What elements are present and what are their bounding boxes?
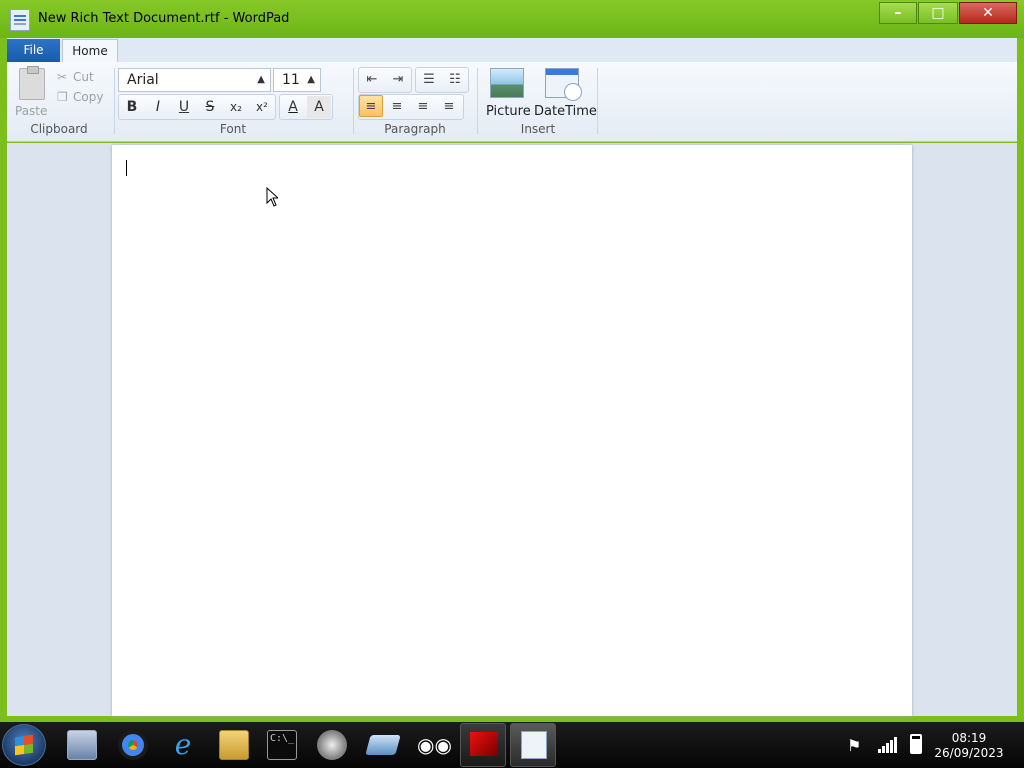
picture-icon xyxy=(490,68,524,98)
strikethrough-button[interactable]: S xyxy=(198,96,222,118)
underline-button[interactable]: U xyxy=(172,96,196,118)
separator xyxy=(597,68,598,134)
superscript-button[interactable]: x² xyxy=(250,96,274,118)
chrome-icon[interactable] xyxy=(118,730,148,760)
bold-button[interactable]: B xyxy=(120,96,144,118)
scissors-icon: ✂ xyxy=(57,70,68,84)
paste-label: Paste xyxy=(15,104,48,118)
flag-icon[interactable]: ⚑ xyxy=(847,736,861,755)
taskbar-wordpad[interactable] xyxy=(510,723,556,767)
updown-arrow-icon: ▲ xyxy=(257,74,265,85)
copy-icon: ❐ xyxy=(57,90,68,104)
font-family-value: Arial xyxy=(127,72,159,88)
justify-icon[interactable]: ≡ xyxy=(437,96,461,118)
insert-group-label: Insert xyxy=(520,122,556,136)
align-center-icon[interactable]: ≡ xyxy=(385,96,409,118)
battery-icon[interactable] xyxy=(910,734,922,754)
drive-icon[interactable] xyxy=(365,735,401,755)
tab-home[interactable]: Home xyxy=(62,39,118,63)
copy-button[interactable]: ❐ Copy xyxy=(57,90,103,104)
ribbon-home: Paste ✂ Cut ❐ Copy Clipboard Arial ▲ 11 ▲ … xyxy=(7,62,1017,142)
cut-label: Cut xyxy=(73,70,94,84)
close-button[interactable]: ✕ xyxy=(959,2,1017,24)
separator xyxy=(477,68,478,134)
clock-date: 26/09/2023 xyxy=(934,746,1004,760)
paragraph-group-label: Paragraph xyxy=(384,122,446,136)
document-page[interactable] xyxy=(112,145,912,716)
clipboard-icon xyxy=(19,66,45,100)
separator xyxy=(114,68,115,134)
numbered-list-icon[interactable]: ☷ xyxy=(443,69,467,91)
wordpad-window: New Rich Text Document.rtf - WordPad – □… xyxy=(0,0,1024,722)
wordpad-app-icon[interactable] xyxy=(10,9,30,31)
separator xyxy=(353,68,354,134)
tab-file[interactable]: File xyxy=(7,39,60,62)
decrease-indent-icon[interactable]: ⇤ xyxy=(360,69,384,91)
highlight-color-icon[interactable]: A xyxy=(307,96,331,118)
maximize-button[interactable]: □ xyxy=(918,2,958,24)
italic-button[interactable]: I xyxy=(146,96,170,118)
picture-label: Picture xyxy=(486,104,531,119)
window-title: New Rich Text Document.rtf - WordPad xyxy=(38,11,290,26)
mouse-pointer-icon xyxy=(266,187,278,207)
file-explorer-icon[interactable] xyxy=(219,730,249,760)
shortcut-icon[interactable] xyxy=(67,730,97,760)
internet-explorer-icon[interactable]: e xyxy=(168,730,198,760)
start-button[interactable] xyxy=(2,724,46,766)
subscript-button[interactable]: x₂ xyxy=(224,96,248,118)
minimize-button[interactable]: – xyxy=(879,2,917,24)
terminal-icon[interactable]: C:\_ xyxy=(267,730,297,760)
datetime-label: DateTime xyxy=(534,104,597,119)
font-family-select[interactable]: Arial ▲ xyxy=(118,68,271,92)
calendar-clock-icon xyxy=(545,68,582,101)
taskbar: e C:\_ ◉◉ ⚑ 08:19 26/09/2023 xyxy=(0,722,1024,768)
eyes-icon[interactable]: ◉◉ xyxy=(417,730,452,760)
font-size-select[interactable]: 11 ▲ xyxy=(273,68,321,92)
document-area xyxy=(7,143,1017,716)
system-clock[interactable]: 08:19 26/09/2023 xyxy=(934,731,1004,761)
text-caret xyxy=(126,160,127,176)
font-size-value: 11 xyxy=(282,72,300,88)
taskbar-media-player[interactable] xyxy=(460,723,506,767)
text-color-icon[interactable]: A xyxy=(281,96,305,118)
title-bar[interactable]: New Rich Text Document.rtf - WordPad – □… xyxy=(0,0,1024,38)
updown-arrow-icon: ▲ xyxy=(307,74,315,85)
clipboard-group-label: Clipboard xyxy=(30,122,88,136)
network-signal-icon[interactable] xyxy=(877,736,897,754)
cut-button[interactable]: ✂ Cut xyxy=(57,70,94,84)
increase-indent-icon[interactable]: ⇥ xyxy=(386,69,410,91)
align-right-icon[interactable]: ≡ xyxy=(411,96,435,118)
align-left-icon[interactable]: ≡ xyxy=(359,95,383,117)
media-player-icon xyxy=(470,732,498,756)
settings-gear-icon[interactable] xyxy=(317,730,347,760)
copy-label: Copy xyxy=(73,90,104,104)
wordpad-icon xyxy=(521,731,547,759)
ribbon-tab-bar: File Home xyxy=(7,38,1017,63)
clock-time: 08:19 xyxy=(951,731,987,745)
bullet-list-icon[interactable]: ☰ xyxy=(417,69,441,91)
font-group-label: Font xyxy=(219,122,247,136)
